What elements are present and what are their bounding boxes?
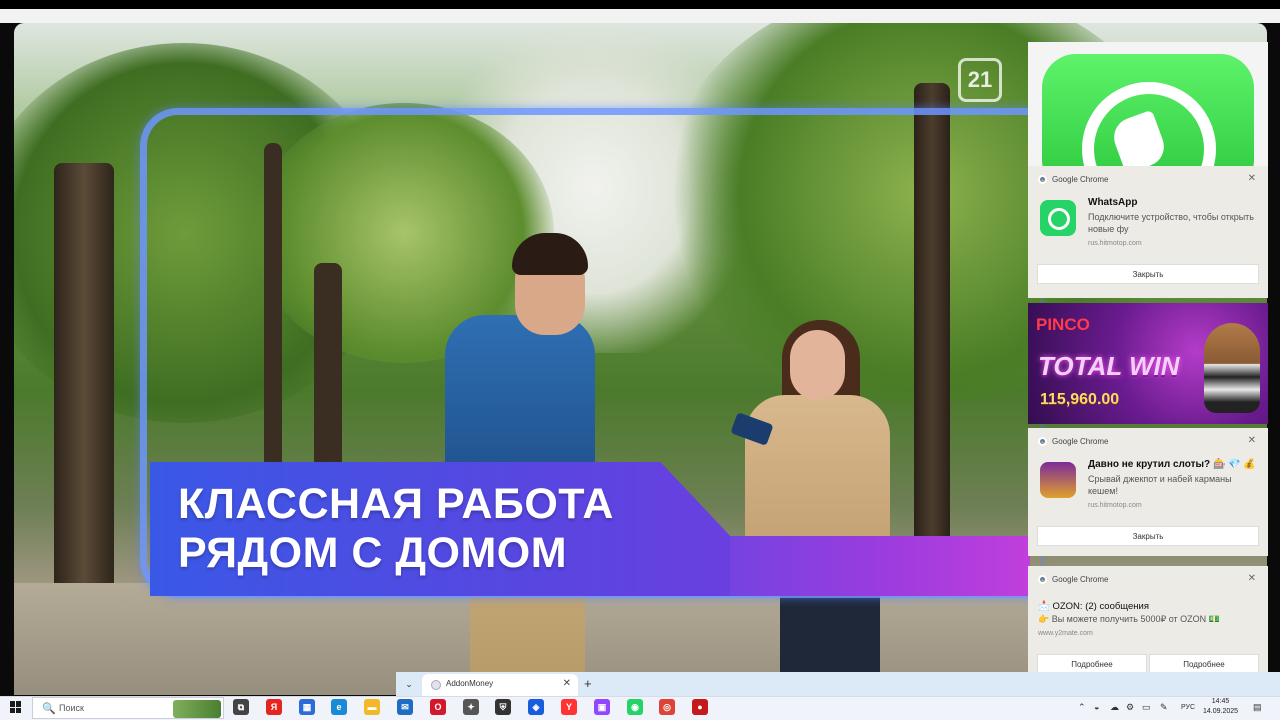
video-headline: КЛАССНАЯ РАБОТА РЯДОМ С ДОМОМ [178, 480, 614, 578]
notification-source-label: Google Chrome [1052, 437, 1109, 446]
opera-icon[interactable]: O [430, 699, 446, 715]
search-placeholder: Поиск [59, 703, 84, 713]
screen: КЛАССНАЯ РАБОТА РЯДОМ С ДОМОМ 21 Google … [0, 0, 1280, 720]
close-icon[interactable]: ✕ [1248, 435, 1256, 446]
top-black-bar [0, 0, 1280, 9]
pinco-amount: 115,960.00 [1040, 391, 1120, 408]
explorer-icon[interactable]: ▬ [364, 699, 380, 715]
chrome-icon [1038, 575, 1047, 584]
notification-source: Google Chrome [1038, 437, 1108, 446]
clock-date: 14.09.2025 [1203, 708, 1239, 715]
twitch-icon[interactable]: ▣ [594, 699, 610, 715]
close-icon[interactable]: ✕ [1248, 173, 1256, 184]
task-view-icon[interactable]: ⧉ [233, 699, 249, 715]
notification-text: Срывай джекпот и набей карманы кешем! [1088, 474, 1232, 496]
store-icon[interactable]: ▦ [299, 699, 315, 715]
notification-site: rus.hitmotop.com [1088, 502, 1142, 509]
tab-list-dropdown-icon[interactable]: ⌄ [400, 676, 418, 692]
search-icon: 🔍 [42, 703, 56, 715]
yandex-icon[interactable]: Я [266, 699, 282, 715]
notification-source: Google Chrome [1038, 575, 1108, 584]
notification-site: rus.hitmotop.com [1088, 240, 1142, 247]
whatsapp-icon [1040, 200, 1076, 236]
clock-time: 14:45 [1211, 698, 1230, 705]
notification-ozon[interactable]: Google Chrome ✕ 📩 OZON: (2) сообщения 👉 … [1028, 566, 1268, 680]
chrome-icon [1038, 437, 1047, 446]
details-button[interactable]: Подробнее [1037, 654, 1147, 674]
tray-chevron-icon[interactable]: ⌃ [1078, 702, 1086, 713]
chrome-task-icon[interactable]: ◎ [659, 699, 675, 715]
shield-app-icon[interactable]: ⛨ [495, 699, 511, 715]
notification-text: Подключите устройство, чтобы открыть нов… [1088, 212, 1254, 234]
recorder-icon[interactable]: ● [692, 699, 708, 715]
notification-text: 👉 Вы можете получить 5000₽ от OZON 💵 [1038, 614, 1220, 624]
headline-line: РЯДОМ С ДОМОМ [178, 529, 568, 577]
notification-title: 📩 OZON: (2) сообщения [1038, 601, 1149, 612]
edge-icon[interactable]: e [331, 699, 347, 715]
browser-tab[interactable]: AddonMoney ✕ [422, 674, 578, 696]
notification-whatsapp[interactable]: Google Chrome ✕ WhatsApp Подключите устр… [1028, 166, 1268, 298]
notification-source-label: Google Chrome [1052, 575, 1109, 584]
mail-icon[interactable]: ✉ [397, 699, 413, 715]
cloud-icon[interactable]: ☁ [1110, 702, 1119, 713]
tab-label: AddonMoney [446, 679, 494, 688]
yandex-browser-icon[interactable]: Y [561, 699, 577, 715]
battery-icon[interactable]: ▭ [1142, 702, 1151, 713]
pen-icon[interactable]: ✎ [1160, 702, 1168, 713]
notification-title: WhatsApp [1088, 197, 1138, 208]
notification-source-label: Google Chrome [1052, 175, 1109, 184]
taskbar-search[interactable]: 🔍 Поиск [32, 697, 224, 719]
window-top-edge [0, 9, 1280, 23]
whatsapp-task-icon[interactable]: ◉ [627, 699, 643, 715]
bitwarden-icon[interactable]: ◈ [528, 699, 544, 715]
language-indicator[interactable]: РУС [1181, 704, 1195, 711]
headline-line: КЛАССНАЯ РАБОТА [178, 480, 614, 528]
slot-machine-icon [1040, 462, 1076, 498]
notification-source: Google Chrome [1038, 175, 1108, 184]
details-button[interactable]: Подробнее [1149, 654, 1259, 674]
whatsapp-banner-image[interactable] [1028, 42, 1268, 166]
pinco-ad-image[interactable]: PINCO TOTAL WIN 115,960.00 [1028, 303, 1268, 424]
search-highlight-image [173, 700, 221, 718]
start-windows-icon[interactable] [10, 701, 22, 713]
channel-logo: 21 [958, 58, 1002, 102]
network-icon[interactable]: ◒ [1094, 702, 1099, 712]
settings-tray-icon[interactable]: ⚙ [1126, 702, 1134, 713]
notification-site: www.y2mate.com [1038, 630, 1093, 637]
tab-close-icon[interactable]: ✕ [563, 678, 571, 689]
notification-slots[interactable]: Google Chrome ✕ Давно не крутил слоты? 🎰… [1028, 428, 1268, 556]
close-icon[interactable]: ✕ [1248, 573, 1256, 584]
close-button[interactable]: Закрыть [1037, 264, 1259, 284]
favicon-icon [431, 680, 441, 690]
chrome-icon [1038, 175, 1047, 184]
new-tab-button[interactable]: + [584, 676, 592, 692]
app-icon[interactable]: ✦ [463, 699, 479, 715]
pinco-headline: TOTAL WIN [1038, 351, 1180, 381]
notification-center-icon[interactable]: ▤ [1253, 702, 1262, 713]
pinco-brand: PINCO [1036, 315, 1090, 334]
notification-title: Давно не крутил слоты? 🎰 💎 💰 [1088, 459, 1256, 470]
close-button[interactable]: Закрыть [1037, 526, 1259, 546]
monkey-mascot [1204, 323, 1260, 413]
clock[interactable]: 14:45 14.09.2025 [1203, 697, 1238, 717]
